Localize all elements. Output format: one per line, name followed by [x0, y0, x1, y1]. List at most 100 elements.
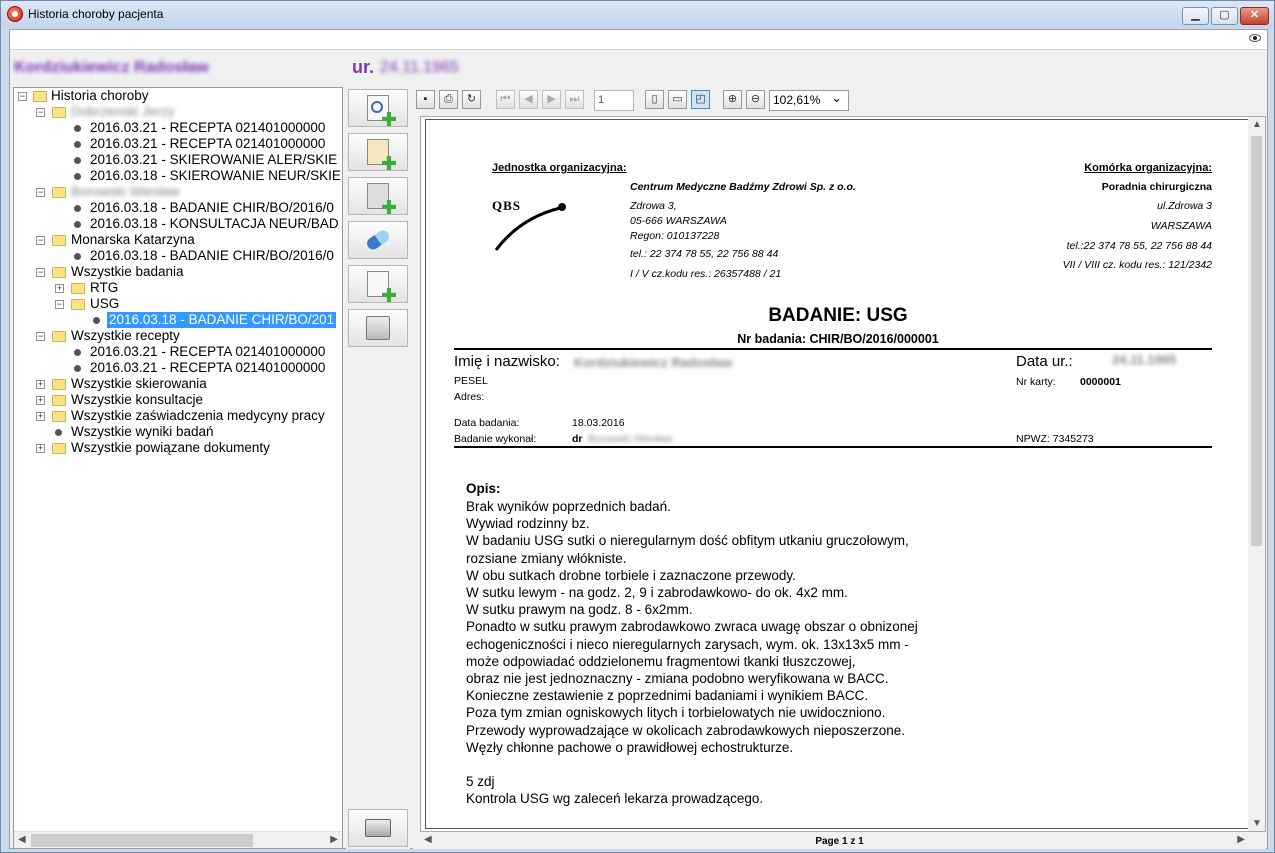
clipboard-add-icon — [367, 139, 396, 170]
search-document-button[interactable] — [348, 89, 408, 127]
tree-usg[interactable]: USG — [90, 296, 119, 312]
tree-item[interactable]: 2016.03.21 - RECEPTA 021401000000 — [90, 360, 325, 376]
scrollbar-thumb[interactable] — [31, 834, 253, 847]
tree-all-results[interactable]: Wszystkie wyniki badań — [71, 424, 214, 440]
org-street: Zdrowa 3, — [630, 200, 677, 212]
cell-city: WARSZAWA — [1150, 220, 1212, 232]
tree-item-selected[interactable]: 2016.03.18 - BADANIE CHIR/BO/201 — [107, 312, 337, 328]
tree-all-related[interactable]: Wszystkie powiązane dokumenty — [71, 440, 270, 456]
zoom-select[interactable]: 102,61% — [769, 88, 849, 111]
description-line: Brak wyników poprzednich badań. — [466, 499, 671, 514]
org-code: I / V cz.kodu res.: 26357488 / 21 — [630, 268, 782, 280]
collapse-icon[interactable]: − — [36, 332, 45, 341]
cell-street: ul.Zdrowa 3 — [1157, 200, 1212, 212]
dob-label: Data ur.: — [1016, 353, 1073, 370]
scroll-left-icon[interactable]: ◀ — [18, 834, 26, 845]
scroll-down-icon[interactable]: ▼ — [1252, 818, 1262, 829]
history-tree[interactable]: − Historia choroby − Dobrzenski Jerzy 20… — [13, 87, 343, 849]
title-bar[interactable]: Historia choroby pacjenta ▁ ▢ ✕ — [1, 1, 1274, 28]
scroll-right-icon[interactable]: ▶ — [330, 834, 338, 845]
collapse-icon[interactable]: − — [36, 236, 45, 245]
printer-icon — [365, 819, 391, 837]
description-line: Ponadto w sutku prawym zabrodawkowo zwra… — [466, 619, 918, 635]
tree-root[interactable]: Historia choroby — [51, 88, 149, 104]
org-city: 05-666 WARSZAWA — [630, 215, 727, 227]
add-referral-button[interactable] — [348, 177, 408, 215]
description-line: W sutku prawym na godz. 8 - 6x2mm. — [466, 602, 693, 618]
zoom-in-icon[interactable]: ⊕ — [723, 90, 742, 109]
folder-icon — [52, 267, 66, 278]
tree-item[interactable]: 2016.03.18 - BADANIE CHIR/BO/2016/0 — [90, 248, 334, 264]
folder-icon — [52, 443, 66, 454]
tree-item[interactable]: 2016.03.21 - RECEPTA 021401000000 — [90, 136, 325, 152]
page-number-input[interactable]: 1 — [594, 90, 634, 111]
first-page-icon[interactable]: ⏮ — [496, 90, 515, 109]
tree-all-consultations[interactable]: Wszystkie konsultacje — [71, 392, 203, 408]
client-area: Kordziukiewicz Radosław ur. 24.11.1965 −… — [9, 29, 1268, 849]
name-label: Imię i nazwisko: — [454, 353, 560, 370]
tree-item[interactable]: 2016.03.18 - BADANIE CHIR/BO/2016/0 — [90, 200, 334, 216]
collapse-icon[interactable]: − — [36, 188, 45, 197]
expand-icon[interactable]: + — [55, 284, 64, 293]
single-page-icon[interactable]: ▯ — [645, 90, 664, 109]
cell-label: Komórka organizacyjna: — [1084, 162, 1212, 174]
tree-doctor-3[interactable]: Monarska Katarzyna — [71, 232, 195, 248]
expand-icon[interactable]: + — [36, 444, 45, 453]
refresh-icon[interactable]: ↻ — [462, 90, 481, 109]
next-page-icon[interactable]: ▶ — [542, 90, 561, 109]
tree-doctor-1[interactable]: Dobrzenski Jerzy — [71, 104, 175, 120]
tree-rtg[interactable]: RTG — [90, 280, 118, 296]
expand-icon[interactable]: + — [36, 412, 45, 421]
bullet-icon — [74, 253, 81, 260]
attach-document-button[interactable] — [348, 265, 408, 303]
logo-swoosh — [494, 203, 566, 251]
print-button[interactable] — [348, 809, 408, 847]
prev-page-icon[interactable]: ◀ — [519, 90, 538, 109]
description-line: Wywiad rodzinny bz. — [466, 516, 590, 532]
tree-item[interactable]: 2016.03.21 - SKIEROWANIE ALER/SKIE — [90, 152, 337, 168]
tree-all-prescriptions[interactable]: Wszystkie recepty — [71, 328, 180, 344]
document-vertical-scrollbar[interactable]: ▲ ▼ — [1248, 117, 1265, 831]
tree-all-exams[interactable]: Wszystkie badania — [71, 264, 184, 280]
scrollbar-thumb[interactable] — [1251, 136, 1262, 546]
collapse-icon[interactable]: − — [55, 300, 64, 309]
add-medication-button[interactable] — [348, 221, 408, 259]
scroll-up-icon[interactable]: ▲ — [1252, 119, 1262, 130]
bullet-icon — [74, 221, 81, 228]
card-label: Nr karty: — [1016, 376, 1056, 388]
archive-button[interactable] — [348, 309, 408, 347]
add-prescription-button[interactable] — [348, 133, 408, 171]
last-page-icon[interactable]: ⏭ — [565, 90, 584, 109]
recommendation: Kontrola USG wg zaleceń lekarza prowadzą… — [466, 791, 764, 807]
minimize-button[interactable]: ▁ — [1182, 7, 1209, 25]
tree-item[interactable]: 2016.03.18 - SKIEROWANIE NEUR/SKIE — [90, 168, 341, 184]
exam-date-value: 18.03.2016 — [572, 417, 625, 429]
collapse-icon[interactable]: − — [36, 108, 45, 117]
expand-icon[interactable]: + — [36, 396, 45, 405]
document-area[interactable]: Jednostka organizacyjna: QBS Centrum Med… — [420, 116, 1266, 832]
card-value: 0000001 — [1080, 376, 1121, 388]
collapse-icon[interactable]: − — [18, 92, 27, 101]
viewer-toolbar: ▪ ⎙ ↻ ⏮ ◀ ▶ ⏭ 1 ▯ ▭ ◰ ⊕ ⊖ 102,61% — [413, 87, 1266, 115]
tree-all-referrals[interactable]: Wszystkie skierowania — [71, 376, 207, 392]
divider — [454, 348, 1212, 350]
description-label: Opis: — [466, 481, 501, 496]
page-width-icon[interactable]: ▭ — [668, 90, 687, 109]
tree-item[interactable]: 2016.03.21 - RECEPTA 021401000000 — [90, 120, 325, 136]
zoom-out-icon[interactable]: ⊖ — [746, 90, 765, 109]
eye-icon[interactable] — [1249, 34, 1261, 42]
tree-horizontal-scrollbar[interactable]: ◀ ▶ — [14, 831, 342, 848]
tree-item[interactable]: 2016.03.21 - RECEPTA 021401000000 — [90, 344, 325, 360]
patient-name: Kordziukiewicz Radosław — [14, 59, 209, 76]
tree-all-certificates[interactable]: Wszystkie zaświadczenia medycyny pracy — [71, 408, 325, 424]
collapse-icon[interactable]: − — [36, 268, 45, 277]
print-icon[interactable]: ⎙ — [439, 90, 458, 109]
close-button[interactable]: ✕ — [1240, 7, 1269, 25]
multi-page-icon[interactable]: ◰ — [691, 90, 710, 109]
save-icon[interactable]: ▪ — [416, 90, 435, 109]
expand-icon[interactable]: + — [36, 380, 45, 389]
tree-item[interactable]: 2016.03.18 - KONSULTACJA NEUR/BAD — [90, 216, 339, 232]
bullet-icon — [74, 173, 81, 180]
tree-doctor-2[interactable]: Borowski Wiesław — [71, 184, 180, 200]
maximize-button[interactable]: ▢ — [1211, 7, 1238, 25]
